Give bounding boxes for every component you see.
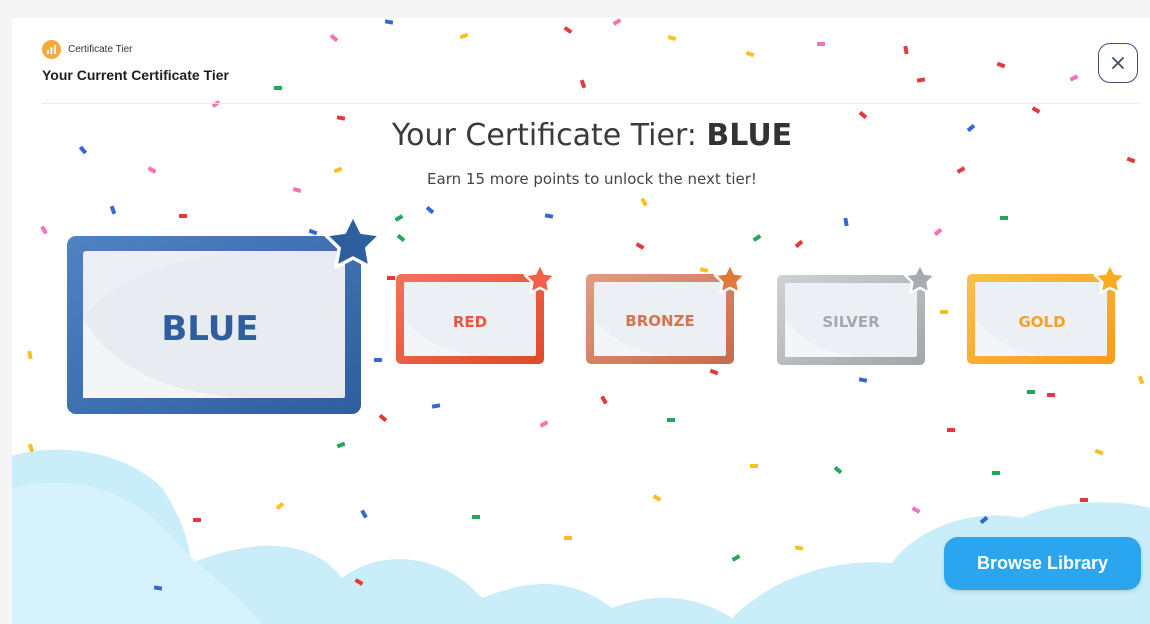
browse-library-button[interactable]: Browse Library: [944, 537, 1141, 590]
page-background-left: [0, 0, 12, 624]
tier-cards: BLUE RED BRONZE SILVER GOLD: [67, 213, 1127, 414]
tier-label-silver: SILVER: [822, 313, 880, 331]
certificate-tier-modal: Certificate Tier Your Current Certificat…: [12, 18, 1150, 624]
tier-label-red: RED: [453, 313, 487, 331]
screen: Certificate Tier Your Current Certificat…: [0, 0, 1150, 624]
tier-label-gold: GOLD: [1018, 313, 1065, 331]
page-background: [0, 0, 1150, 18]
tier-label-blue: BLUE: [161, 309, 258, 349]
tier-label-bronze: BRONZE: [625, 312, 694, 330]
